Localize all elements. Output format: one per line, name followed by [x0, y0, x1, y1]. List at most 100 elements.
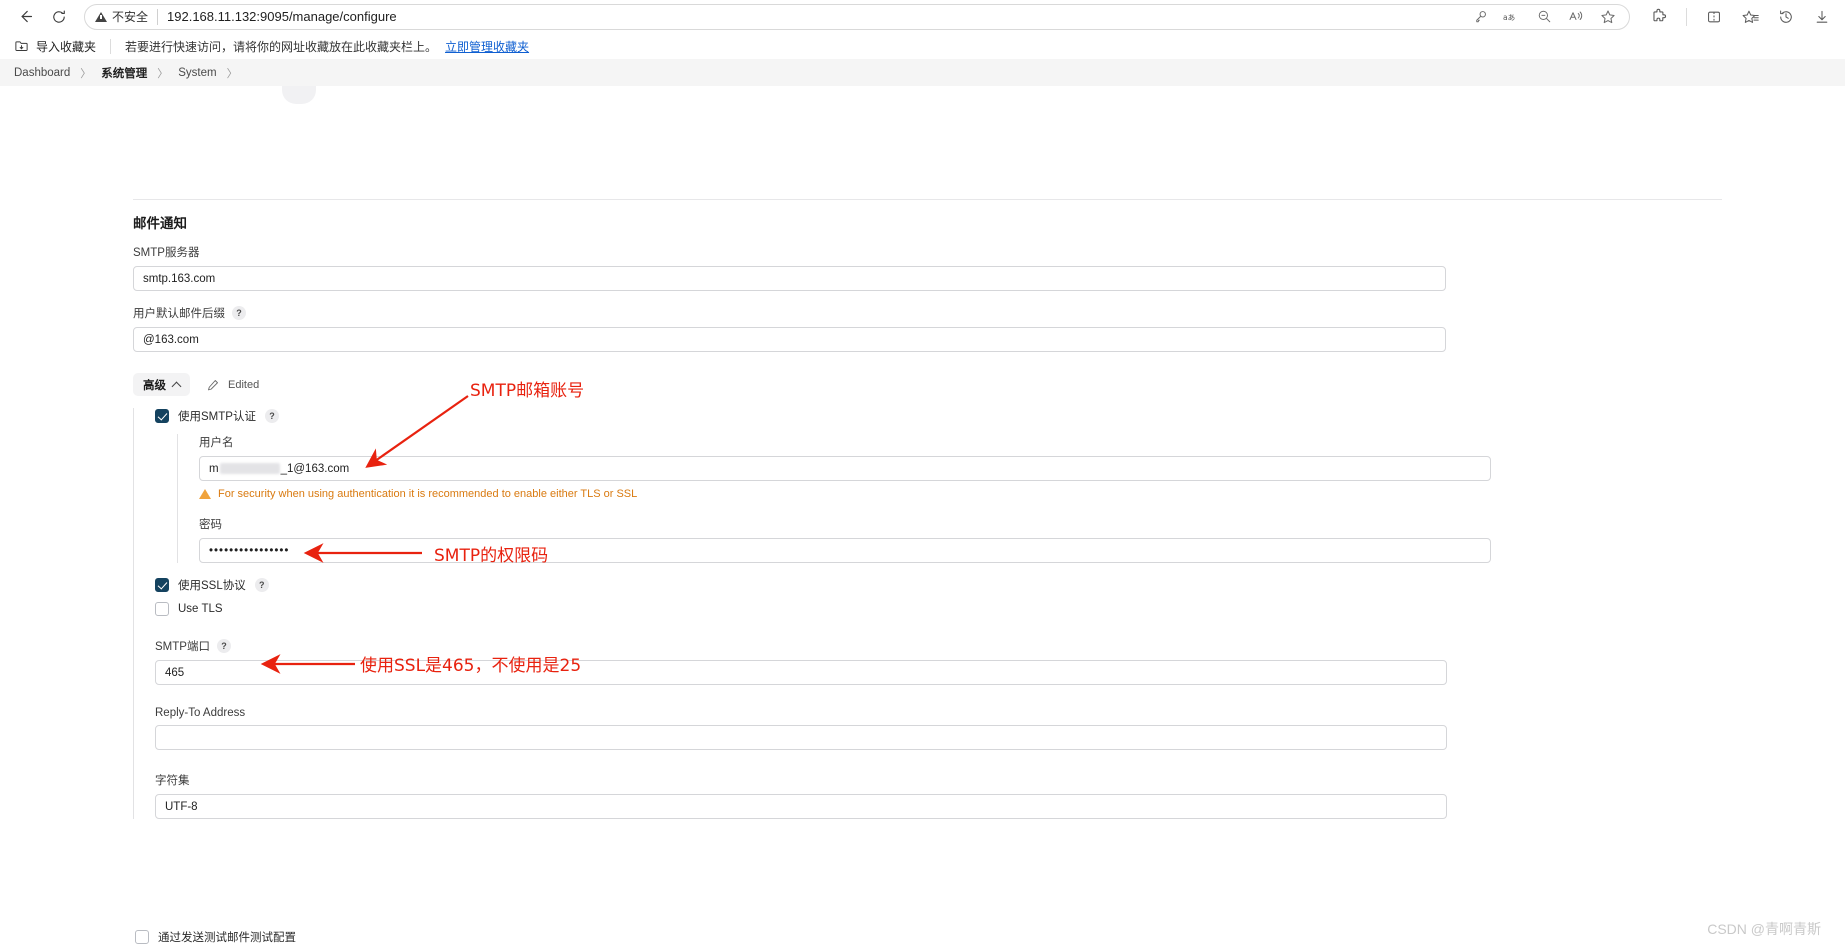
import-folder-icon: [12, 37, 30, 55]
use-smtp-auth-label: 使用SMTP认证: [178, 411, 256, 423]
warning-triangle-icon: [199, 489, 211, 499]
breadcrumb: Dashboard 〉 系统管理 〉 System 〉: [0, 59, 1845, 86]
address-bar-icons: aあ: [1471, 8, 1623, 26]
charset-label-text: 字符集: [155, 775, 190, 787]
username-prefix: m: [209, 462, 219, 475]
advanced-section: 使用SMTP认证 ? 用户名 m _1@163.com For security…: [133, 408, 1491, 819]
help-icon[interactable]: ?: [264, 409, 279, 423]
checkbox-box[interactable]: [155, 409, 169, 423]
section-divider: [133, 199, 1722, 200]
back-arrow-icon[interactable]: [10, 4, 40, 30]
zoom-out-icon[interactable]: [1535, 8, 1553, 26]
checkbox-box[interactable]: [155, 602, 169, 616]
password-input[interactable]: ••••••••••••••••: [199, 538, 1491, 563]
address-divider: [157, 8, 159, 25]
bookmarks-hint: 若要进行快速访问，请将你的网址收藏放在此收藏夹栏上。: [125, 39, 438, 54]
smtp-auth-nested: 用户名 m _1@163.com For security when using …: [177, 434, 1491, 563]
browser-toolbar: 不安全 192.168.11.132:9095/manage/configure…: [0, 0, 1845, 33]
auth-warning-text: For security when using authentication i…: [218, 488, 638, 500]
mail-suffix-label: 用户默认邮件后缀 ?: [133, 305, 1446, 321]
app-page: Dashboard 〉 系统管理 〉 System 〉 邮件通知 SMTP服务器…: [0, 59, 1845, 951]
page-title: 邮件通知: [133, 216, 187, 231]
edited-indicator: Edited: [204, 376, 259, 394]
checkbox-use-smtp-auth[interactable]: 使用SMTP认证 ?: [155, 408, 1446, 424]
advanced-toggle-button[interactable]: 高级: [133, 373, 190, 396]
pencil-icon: [204, 376, 222, 394]
field-smtp-port: SMTP端口 ? 465: [155, 638, 1447, 685]
smtp-server-input[interactable]: smtp.163.com: [133, 266, 1446, 291]
redaction-bar: [219, 463, 280, 474]
mail-suffix-input[interactable]: @163.com: [133, 327, 1446, 352]
watermark: CSDN @青啊青斯: [1707, 921, 1821, 937]
username-suffix: _1@163.com: [280, 462, 350, 475]
security-indicator[interactable]: 不安全: [95, 8, 148, 25]
charset-label: 字符集: [155, 772, 1446, 788]
breadcrumb-separator-icon: 〉: [157, 67, 169, 80]
favorite-star-icon[interactable]: [1599, 8, 1617, 26]
help-icon[interactable]: ?: [254, 578, 269, 592]
security-label: 不安全: [112, 10, 149, 24]
checkbox-box[interactable]: [135, 930, 149, 944]
field-charset: 字符集 UTF-8: [155, 772, 1447, 819]
auth-warning: For security when using authentication i…: [199, 488, 1446, 500]
username-input[interactable]: m _1@163.com: [199, 456, 1491, 481]
use-ssl-label: 使用SSL协议: [178, 580, 246, 592]
import-bookmarks-button[interactable]: 导入收藏夹: [12, 37, 96, 55]
checkbox-box[interactable]: [155, 578, 169, 592]
help-icon[interactable]: ?: [232, 306, 246, 320]
checkbox-use-ssl[interactable]: 使用SSL协议 ?: [155, 577, 1446, 593]
password-label: 密码: [199, 516, 1446, 532]
chevron-up-icon: [171, 381, 182, 391]
field-username: 用户名 m _1@163.com: [199, 434, 1491, 481]
breadcrumb-item-dashboard[interactable]: Dashboard: [14, 67, 70, 79]
use-tls-label: Use TLS: [178, 603, 223, 615]
annotation-smtp-account: SMTP邮箱账号: [470, 381, 585, 401]
edited-label: Edited: [228, 378, 260, 391]
field-password: 密码 ••••••••••••••••: [199, 516, 1491, 563]
advanced-row: 高级 Edited: [133, 373, 259, 396]
password-label-text: 密码: [199, 519, 222, 531]
reply-to-input[interactable]: [155, 725, 1447, 750]
svg-text:aあ: aあ: [1503, 12, 1515, 21]
field-reply-to: Reply-To Address: [155, 707, 1447, 750]
checkbox-use-tls[interactable]: Use TLS: [155, 602, 1446, 616]
reply-to-label: Reply-To Address: [155, 707, 1446, 719]
breadcrumb-item-system-management[interactable]: 系统管理: [101, 65, 147, 81]
collapsed-panel-handle: [282, 86, 316, 104]
field-smtp-server: SMTP服务器 smtp.163.com: [133, 244, 1446, 291]
manage-bookmarks-link[interactable]: 立即管理收藏夹: [445, 38, 529, 55]
breadcrumb-separator-icon: 〉: [226, 67, 238, 80]
smtp-port-input[interactable]: 465: [155, 660, 1447, 685]
advanced-label: 高级: [143, 379, 166, 392]
checkbox-test-config[interactable]: 通过发送测试邮件测试配置: [135, 929, 296, 945]
reply-to-label-text: Reply-To Address: [155, 707, 246, 719]
breadcrumb-item-system[interactable]: System: [178, 67, 216, 79]
toolbar-divider: [1686, 7, 1687, 26]
help-icon[interactable]: ?: [216, 639, 231, 653]
history-icon[interactable]: [1777, 8, 1795, 26]
username-label: 用户名: [199, 434, 1446, 450]
key-icon[interactable]: [1471, 8, 1489, 26]
import-bookmarks-label: 导入收藏夹: [36, 39, 97, 54]
smtp-server-label-text: SMTP服务器: [133, 247, 200, 259]
username-label-text: 用户名: [199, 437, 234, 449]
translate-icon[interactable]: aあ: [1503, 8, 1521, 26]
browser-toolbar-right: [1640, 7, 1835, 26]
charset-input[interactable]: UTF-8: [155, 794, 1447, 819]
reload-icon[interactable]: [44, 4, 74, 30]
extensions-icon[interactable]: [1650, 8, 1668, 26]
annotation-smtp-authcode: SMTP的权限码: [434, 546, 549, 566]
address-bar[interactable]: 不安全 192.168.11.132:9095/manage/configure…: [84, 3, 1630, 30]
url-text[interactable]: 192.168.11.132:9095/manage/configure: [167, 9, 1471, 24]
split-screen-icon[interactable]: [1705, 8, 1723, 26]
test-config-label: 通过发送测试邮件测试配置: [158, 932, 296, 944]
read-aloud-icon[interactable]: [1567, 8, 1585, 26]
mail-suffix-label-text: 用户默认邮件后缀: [133, 308, 225, 320]
bookmarks-divider: [110, 38, 112, 54]
collections-icon[interactable]: [1741, 8, 1759, 26]
downloads-icon[interactable]: [1813, 8, 1831, 26]
browser-chrome: 不安全 192.168.11.132:9095/manage/configure…: [0, 0, 1845, 59]
annotation-ssl-port: 使用SSL是465，不使用是25: [360, 656, 582, 676]
bookmarks-bar: 导入收藏夹 若要进行快速访问，请将你的网址收藏放在此收藏夹栏上。 立即管理收藏夹: [0, 33, 1845, 59]
field-mail-suffix: 用户默认邮件后缀 ? @163.com: [133, 305, 1446, 352]
